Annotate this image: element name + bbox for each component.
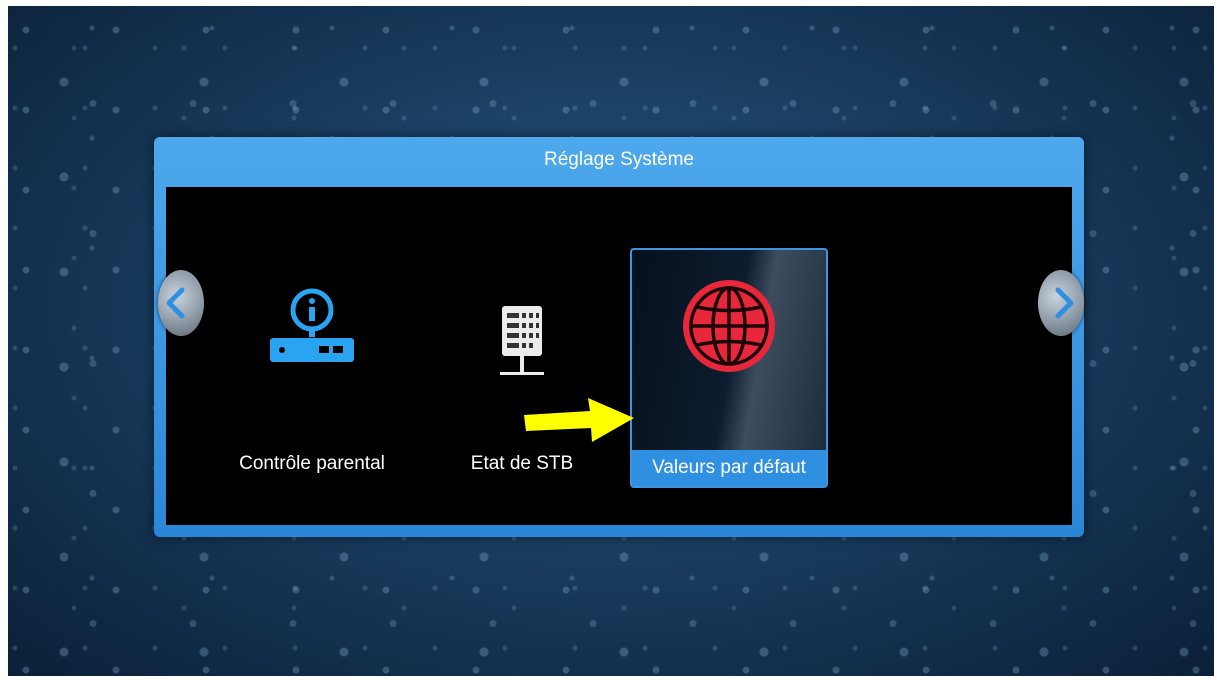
- info-receiver-icon: [267, 288, 357, 373]
- chevron-right-icon: [1055, 287, 1074, 319]
- menu-item-label: Etat de STB: [470, 453, 574, 474]
- menu-item-stb-status[interactable]: Etat de STB: [424, 248, 620, 488]
- tv-screen: Réglage Système Contrôle parental Etat d…: [8, 6, 1214, 676]
- scroll-right-button[interactable]: [1038, 270, 1084, 336]
- menu-item-label: Valeurs par défaut: [632, 450, 826, 486]
- menu-item-parental-control[interactable]: Contrôle parental: [214, 248, 410, 488]
- chevron-left-icon: [166, 287, 185, 319]
- menu-item-label: Contrôle parental: [239, 453, 385, 474]
- yellow-arrow-icon: [524, 398, 636, 449]
- scroll-left-button[interactable]: [158, 270, 204, 336]
- menu-item-default-values[interactable]: Valeurs par défaut: [630, 248, 828, 488]
- stb-status-icon: [492, 304, 552, 385]
- globe-icon: [679, 276, 779, 381]
- dialog-title: Réglage Système: [544, 149, 694, 170]
